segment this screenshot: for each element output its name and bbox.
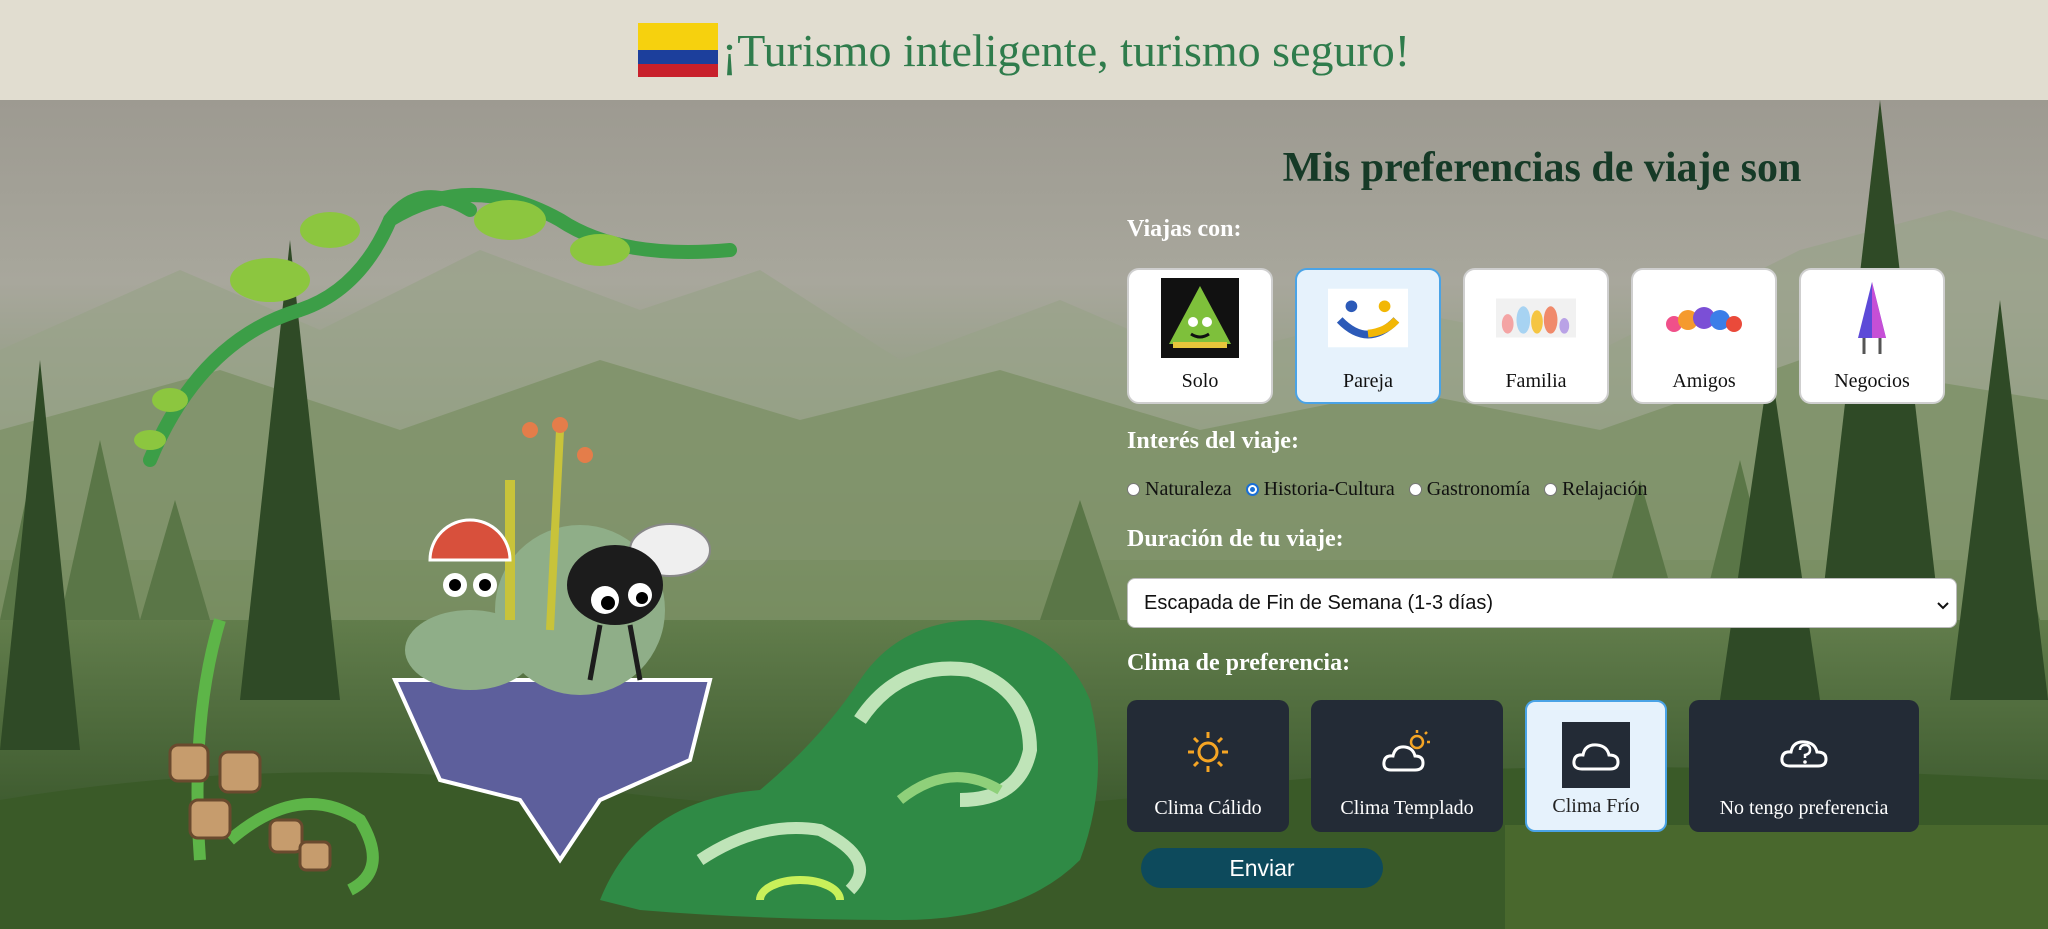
climate-card-calido[interactable]: Clima Cálido [1127,700,1289,832]
site-title: ¡Turismo inteligente, turismo seguro! [721,24,1411,76]
climate-options: Clima Cálido Clima Templado Clima Frío N… [1127,700,1941,832]
companion-label: Solo [1181,370,1219,392]
radio-button[interactable] [1127,483,1140,496]
radio-label: Gastronomía [1426,478,1531,500]
companions-label: Viajas con: [1127,216,1242,242]
preferences-panel: Mis preferencias de viaje son Viajas con… [1127,100,1957,929]
site-header: ¡Turismo inteligente, turismo seguro! [0,0,2048,100]
companion-label: Pareja [1343,370,1393,392]
submit-button[interactable]: Enviar [1141,848,1383,888]
cloud-icon [1562,722,1630,788]
family-figures-icon [1496,278,1576,358]
companion-label: Familia [1505,370,1567,392]
climate-label-text: Clima Frío [1552,795,1640,817]
companion-card-solo[interactable]: Solo [1127,268,1273,404]
radio-label: Historia-Cultura [1263,478,1395,500]
interest-radio-relajacion[interactable]: Relajación [1544,478,1648,501]
companion-card-amigos[interactable]: Amigos [1631,268,1777,404]
business-cone-icon [1832,278,1912,358]
companion-card-negocios[interactable]: Negocios [1799,268,1945,404]
climate-label-text: Clima Templado [1340,797,1474,819]
climate-label: Clima de preferencia: [1127,650,1351,676]
radio-label: Naturaleza [1145,478,1232,500]
companion-label: Negocios [1834,370,1910,392]
question-cloud-icon [1778,726,1830,778]
radio-button[interactable] [1245,483,1259,496]
preferences-title: Mis preferencias de viaje son [1282,145,1802,191]
climate-card-sin-preferencia[interactable]: No tengo preferencia [1689,700,1919,832]
interest-radio-naturaleza[interactable]: Naturaleza [1127,478,1232,501]
smiley-couple-icon [1328,278,1408,358]
duration-select[interactable]: Escapada de Fin de Semana (1-3 días) [1127,578,1957,628]
interest-radio-gastronomia[interactable]: Gastronomía [1408,478,1531,501]
sun-cloud-icon [1381,726,1433,778]
radio-button[interactable] [1408,483,1422,496]
climate-label-text: Clima Cálido [1154,797,1262,819]
interest-label: Interés del viaje: [1127,428,1299,454]
climate-card-frio[interactable]: Clima Frío [1525,700,1667,832]
companion-label: Amigos [1672,370,1736,392]
radio-button[interactable] [1544,483,1558,496]
friends-blobs-icon [1664,278,1744,358]
colombia-flag-icon [637,23,718,77]
chevron-down-icon [1936,595,1950,618]
climate-label-text: No tengo preferencia [1719,797,1889,819]
duration-selected-value: Escapada de Fin de Semana (1-3 días) [1144,591,1494,614]
companion-card-familia[interactable]: Familia [1463,268,1609,404]
duration-label: Duración de tu viaje: [1127,526,1344,552]
companion-options: Solo Pareja Familia Amigos Negocios [1127,268,1945,404]
sun-icon [1182,726,1234,778]
interest-radio-historia-cultura[interactable]: Historia-Cultura [1245,478,1395,501]
companion-card-pareja[interactable]: Pareja [1295,268,1441,404]
interest-options: Naturaleza Historia-Cultura Gastronomía … [1127,478,1662,501]
radio-label: Relajación [1562,478,1648,500]
tree-character-icon [1160,278,1240,358]
climate-card-templado[interactable]: Clima Templado [1311,700,1503,832]
